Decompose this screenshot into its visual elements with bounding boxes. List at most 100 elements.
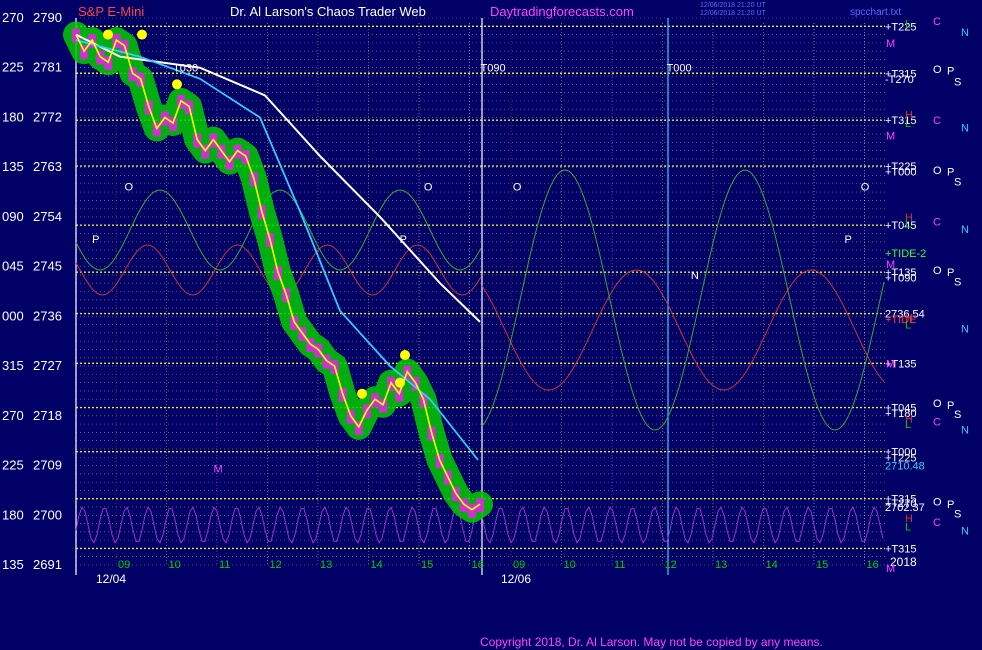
hour-tick-label: 16: [867, 559, 879, 571]
hour-tick-label: 12: [665, 559, 677, 571]
side-letter: S: [954, 277, 961, 289]
hour-tick-label: 09: [118, 559, 130, 571]
event-dot: [103, 29, 113, 40]
right-level-label: +T225: [885, 21, 917, 33]
side-letter: N: [961, 27, 969, 39]
site-link[interactable]: Daytradingforecasts.com: [490, 4, 634, 19]
axis-price-label: 2718: [33, 408, 62, 423]
hour-tick-label: 15: [816, 559, 828, 571]
axis-price-label: 2736: [33, 308, 62, 323]
side-letter: O: [933, 64, 942, 76]
right-level-label: 2710.48: [885, 461, 925, 473]
side-letter: S: [954, 77, 961, 89]
right-level-label: +T090: [885, 273, 917, 285]
instrument-title: S&P E-Mini: [78, 4, 144, 19]
right-level-label: +T315: [885, 543, 917, 555]
axis-angle-label: 045: [2, 259, 24, 274]
axis-angle-label: 180: [2, 507, 24, 522]
hour-tick-label: 13: [320, 559, 332, 571]
axis-price-label: 2772: [33, 109, 62, 124]
side-letter: N: [961, 224, 969, 236]
axis-price-label: 2745: [33, 259, 62, 274]
high-low-marker: L: [905, 320, 911, 332]
side-letter: N: [961, 324, 969, 336]
axis-price-label: 2691: [33, 557, 62, 572]
hour-tick-label: 11: [219, 559, 230, 571]
side-letter: S: [954, 509, 961, 521]
side-letter: M: [886, 563, 895, 575]
side-letter: C: [933, 416, 941, 428]
axis-angle-label: 270: [2, 10, 24, 25]
side-letter: C: [933, 517, 941, 529]
file-name: spcchart.txt: [850, 7, 901, 18]
axis-price-label: 2709: [33, 458, 62, 473]
timestamp-1: 12/06/2018 21:20 UT: [700, 2, 766, 9]
in-chart-label: T030: [173, 63, 198, 75]
side-letter: M: [886, 131, 895, 143]
axis-angle-label: 180: [2, 109, 24, 124]
side-letter: M: [886, 358, 895, 370]
axis-price-label: 2781: [33, 60, 62, 75]
date-label: 12/04: [96, 572, 126, 586]
in-chart-label: P: [845, 234, 852, 246]
side-letter: O: [933, 265, 942, 277]
high-low-marker: L: [905, 419, 911, 431]
event-dot: [172, 79, 182, 90]
price-bar: [104, 56, 113, 71]
axis-angle-label: 090: [2, 209, 24, 224]
side-letter: O: [933, 165, 942, 177]
axis-angle-label: 000: [2, 308, 24, 323]
right-level-label: -T270: [885, 74, 914, 86]
in-chart-label: T000: [667, 63, 692, 75]
date-label: 12/06: [501, 572, 531, 586]
hour-tick-label: 16: [472, 559, 484, 571]
price-bar: [467, 503, 476, 518]
axis-price-label: 2763: [33, 159, 62, 174]
high-low-marker: L: [905, 19, 911, 31]
high-low-marker: L: [905, 521, 911, 533]
hour-tick-label: 10: [169, 559, 181, 571]
side-letter: N: [961, 122, 969, 134]
side-letter: O: [933, 398, 942, 410]
side-letter: C: [933, 16, 941, 28]
page-title: Dr. Al Larson's Chaos Trader Web: [230, 4, 426, 19]
chaos-trader-chart: 09 10 11 12 13 14 15 16 09 10 11 12 13 14 15 16 270 2790 2…: [0, 0, 982, 650]
in-chart-label: O: [125, 182, 134, 194]
side-letter: N: [961, 526, 969, 538]
side-letter: C: [933, 216, 941, 228]
axis-price-label: 2754: [33, 209, 62, 224]
axis-price-label: 2727: [33, 358, 62, 373]
side-letter: C: [933, 115, 941, 127]
side-letter: M: [886, 259, 895, 271]
axis-angle-label: 225: [2, 60, 24, 75]
hour-tick-label: 09: [513, 559, 525, 571]
copyright-notice: Copyright 2018, Dr. Al Larson. May not b…: [480, 635, 823, 649]
axis-price-label: 2790: [33, 10, 62, 25]
axis-angle-label: 225: [2, 458, 24, 473]
hour-tick-label: 14: [766, 559, 778, 571]
event-dot: [400, 350, 410, 361]
in-chart-label: O: [861, 182, 870, 194]
in-chart-label: P: [400, 234, 407, 246]
event-dot: [137, 29, 147, 40]
in-chart-label: T090: [481, 63, 506, 75]
axis-angle-label: 135: [2, 159, 24, 174]
in-chart-label: O: [513, 182, 522, 194]
hour-tick-label: 10: [564, 559, 576, 571]
price-bar: [168, 116, 177, 131]
side-letter: N: [961, 425, 969, 437]
side-letter: O: [933, 496, 942, 508]
side-letter: M: [886, 38, 895, 50]
hour-tick-label: 12: [270, 559, 282, 571]
timestamp-2: 12/06/2018 21:20 UT: [700, 10, 766, 17]
side-letter: S: [954, 409, 961, 421]
axis-angle-label: 270: [2, 408, 24, 423]
axis-price-label: 2700: [33, 507, 62, 522]
event-dot: [395, 377, 405, 388]
in-chart-label: O: [424, 182, 433, 194]
high-low-marker: L: [905, 118, 911, 130]
right-level-label: +T000: [885, 167, 917, 179]
side-letter: S: [954, 177, 961, 189]
event-dot: [357, 388, 367, 399]
hour-tick-label: 14: [371, 559, 383, 571]
